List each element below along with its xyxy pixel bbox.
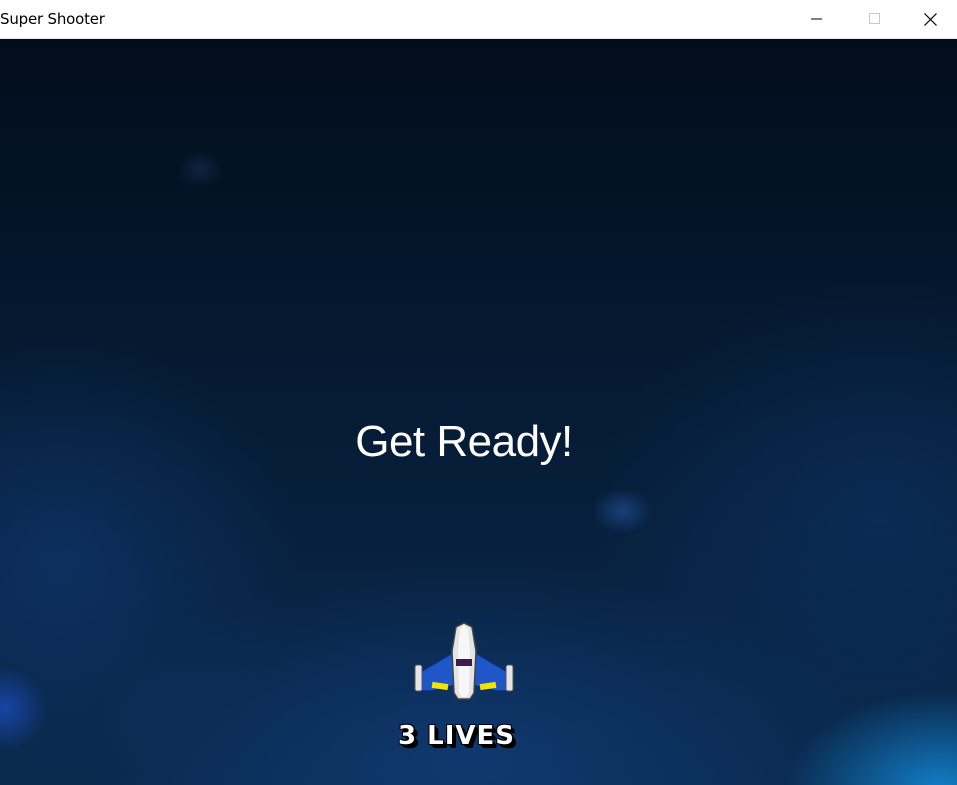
get-ready-message: Get Ready! [355, 417, 573, 466]
minimize-icon [811, 18, 822, 20]
game-canvas[interactable]: Get Ready! 3 LIVES [0, 39, 957, 785]
maximize-icon [869, 13, 880, 24]
close-button[interactable] [904, 0, 957, 38]
minimize-button[interactable] [788, 0, 846, 38]
window-title: Super Shooter [0, 10, 105, 28]
app-window: Super Shooter Get Ready! 3 LIVES [0, 0, 957, 785]
spaceship-icon [414, 622, 514, 700]
lives-counter: 3 LIVES [398, 721, 515, 751]
close-icon [924, 12, 937, 26]
maximize-button[interactable] [846, 0, 904, 38]
title-bar[interactable]: Super Shooter [0, 0, 957, 39]
